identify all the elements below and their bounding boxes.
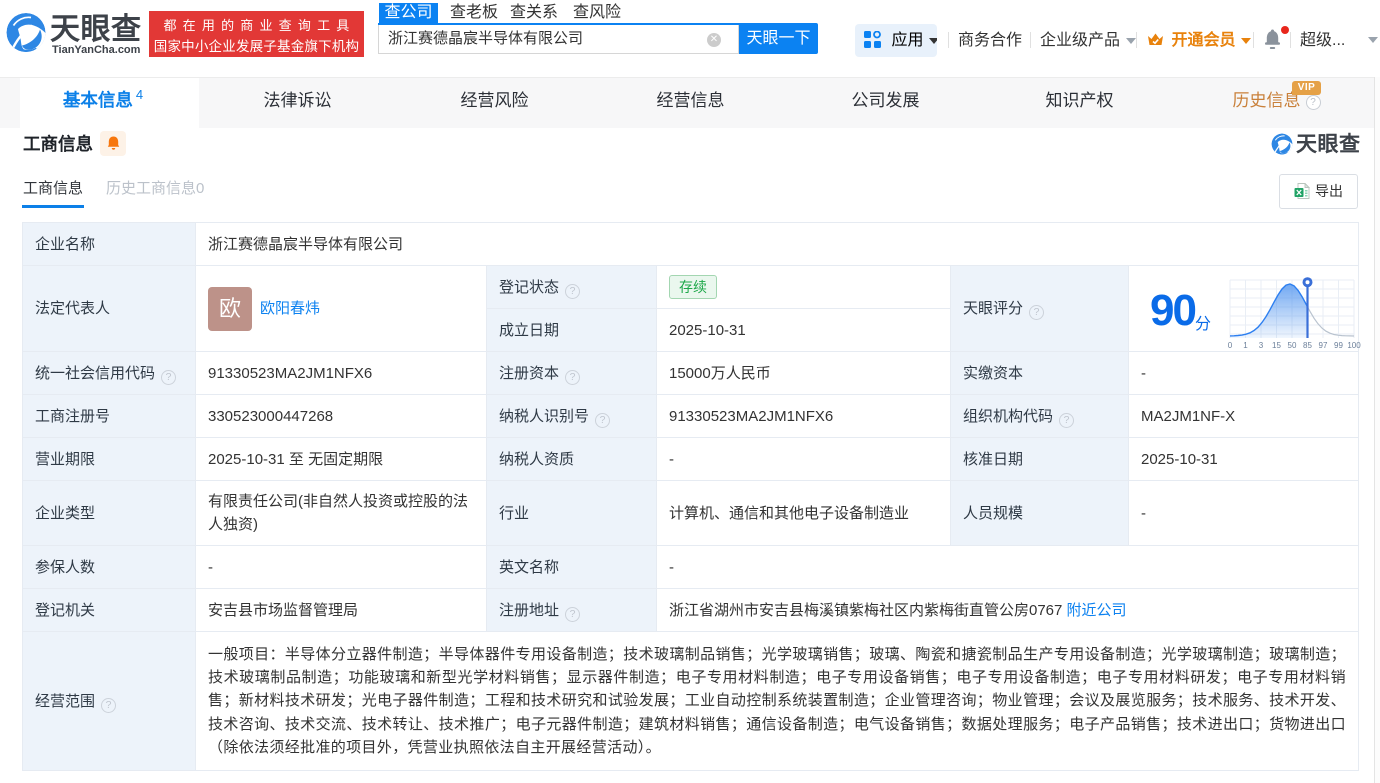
svg-text:0: 0: [1228, 341, 1233, 350]
svg-text:85: 85: [1303, 341, 1312, 350]
svg-text:1: 1: [1243, 341, 1248, 350]
svg-text:97: 97: [1319, 341, 1328, 350]
svg-text:99: 99: [1334, 341, 1343, 350]
svg-text:100: 100: [1347, 341, 1361, 350]
svg-text:3: 3: [1259, 341, 1264, 350]
svg-text:50: 50: [1288, 341, 1297, 350]
svg-text:15: 15: [1272, 341, 1281, 350]
